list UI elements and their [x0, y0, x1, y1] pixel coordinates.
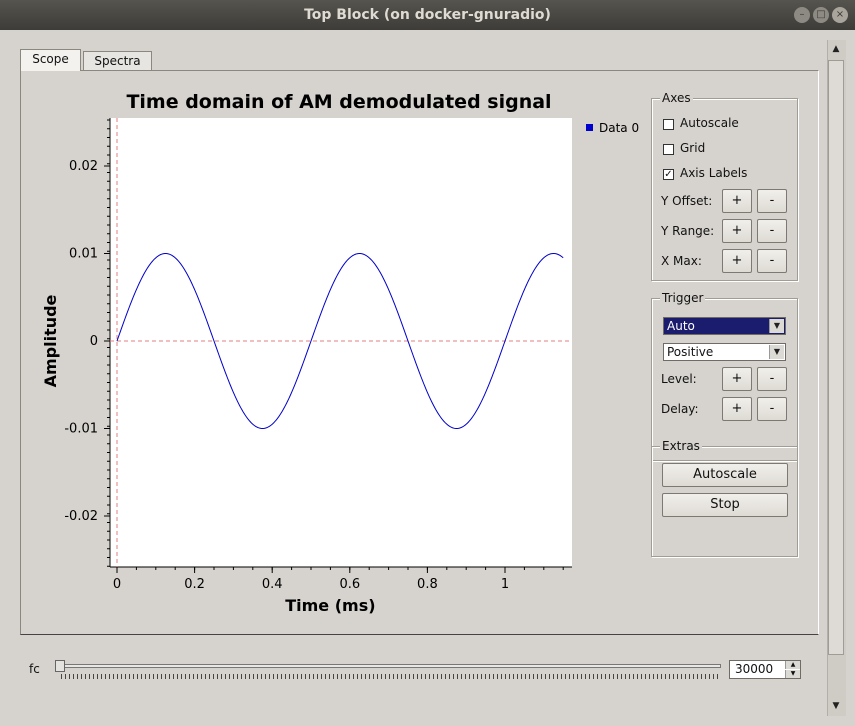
window-titlebar: Top Block (on docker-gnuradio) – □ ×	[0, 0, 855, 30]
y-offset-plus-button[interactable]: +	[722, 189, 752, 213]
axis-labels-checkbox[interactable]: ✓	[663, 169, 674, 180]
y-tick-label: 0.01	[69, 247, 98, 262]
fc-spinbox[interactable]: 30000 ▲ ▼	[729, 660, 801, 679]
y-range-plus-button[interactable]: +	[722, 219, 752, 243]
x-axis-label: Time (ms)	[285, 596, 375, 615]
trigger-mode-value: Auto	[667, 319, 695, 333]
x-tick-label: 0.6	[339, 577, 360, 592]
autoscale-checkbox[interactable]	[663, 119, 674, 130]
spin-up-icon[interactable]: ▲	[785, 661, 800, 669]
trigger-level-label: Level:	[661, 372, 697, 386]
chevron-down-icon: ▼	[769, 319, 784, 333]
x-tick-label: 1	[501, 577, 509, 592]
fc-slider-handle[interactable]	[55, 660, 65, 672]
axis-labels-checkbox-label: Axis Labels	[680, 166, 748, 180]
close-icon[interactable]: ×	[832, 7, 848, 23]
x-tick-label: 0.8	[417, 577, 438, 592]
minimize-icon[interactable]: –	[794, 7, 810, 23]
chart-title: Time domain of AM demodulated signal	[126, 91, 551, 113]
y-tick-label: 0.02	[69, 159, 98, 174]
legend-swatch	[586, 124, 593, 131]
chevron-down-icon: ▼	[769, 345, 784, 359]
legend-label: Data 0	[599, 121, 639, 135]
trigger-group-title: Trigger	[660, 291, 706, 305]
trigger-delay-label: Delay:	[661, 402, 699, 416]
y-tick-label: 0	[90, 334, 98, 349]
y-offset-minus-button[interactable]: -	[757, 189, 787, 213]
extras-autoscale-button[interactable]: Autoscale	[662, 463, 788, 487]
trigger-delay-minus-button[interactable]: -	[757, 397, 787, 421]
x-max-minus-button[interactable]: -	[757, 249, 787, 273]
maximize-icon[interactable]: □	[813, 7, 829, 23]
trigger-level-minus-button[interactable]: -	[757, 367, 787, 391]
trigger-level-plus-button[interactable]: +	[722, 367, 752, 391]
x-tick-label: 0.4	[262, 577, 283, 592]
scrollbar-thumb[interactable]	[828, 60, 844, 655]
x-max-plus-button[interactable]: +	[722, 249, 752, 273]
grid-checkbox[interactable]	[663, 144, 674, 155]
scroll-down-icon[interactable]: ▼	[830, 700, 842, 712]
trigger-slope-value: Positive	[667, 345, 714, 359]
fc-label: fc	[29, 662, 40, 676]
y-range-minus-button[interactable]: -	[757, 219, 787, 243]
extras-group-title: Extras	[660, 439, 702, 453]
window-content: Scope Spectra 0.02 0.01 0 -0.01 -0.02 0 0.2 0.4…	[0, 30, 855, 726]
fc-slider-ticks	[61, 674, 721, 679]
x-max-label: X Max:	[661, 254, 702, 268]
window-title: Top Block (on docker-gnuradio)	[304, 7, 551, 23]
stop-button[interactable]: Stop	[662, 493, 788, 517]
autoscale-checkbox-label: Autoscale	[680, 116, 739, 130]
axes-group-title: Axes	[660, 91, 693, 105]
tab-scope[interactable]: Scope	[20, 49, 81, 71]
y-tick-label: -0.02	[64, 509, 98, 524]
fc-value: 30000	[735, 662, 774, 676]
y-tick-label: -0.01	[64, 422, 98, 437]
trigger-slope-select[interactable]: Positive ▼	[663, 343, 786, 361]
x-tick-label: 0.2	[184, 577, 205, 592]
trigger-delay-plus-button[interactable]: +	[722, 397, 752, 421]
spin-down-icon[interactable]: ▼	[785, 670, 800, 678]
fc-slider-track[interactable]	[61, 664, 721, 668]
x-tick-label: 0	[113, 577, 121, 592]
y-range-label: Y Range:	[661, 224, 715, 238]
trigger-mode-select[interactable]: Auto ▼	[663, 317, 786, 335]
grid-checkbox-label: Grid	[680, 141, 706, 155]
y-axis-label: Amplitude	[41, 294, 60, 387]
y-offset-label: Y Offset:	[661, 194, 713, 208]
scroll-up-icon[interactable]: ▲	[830, 43, 842, 55]
